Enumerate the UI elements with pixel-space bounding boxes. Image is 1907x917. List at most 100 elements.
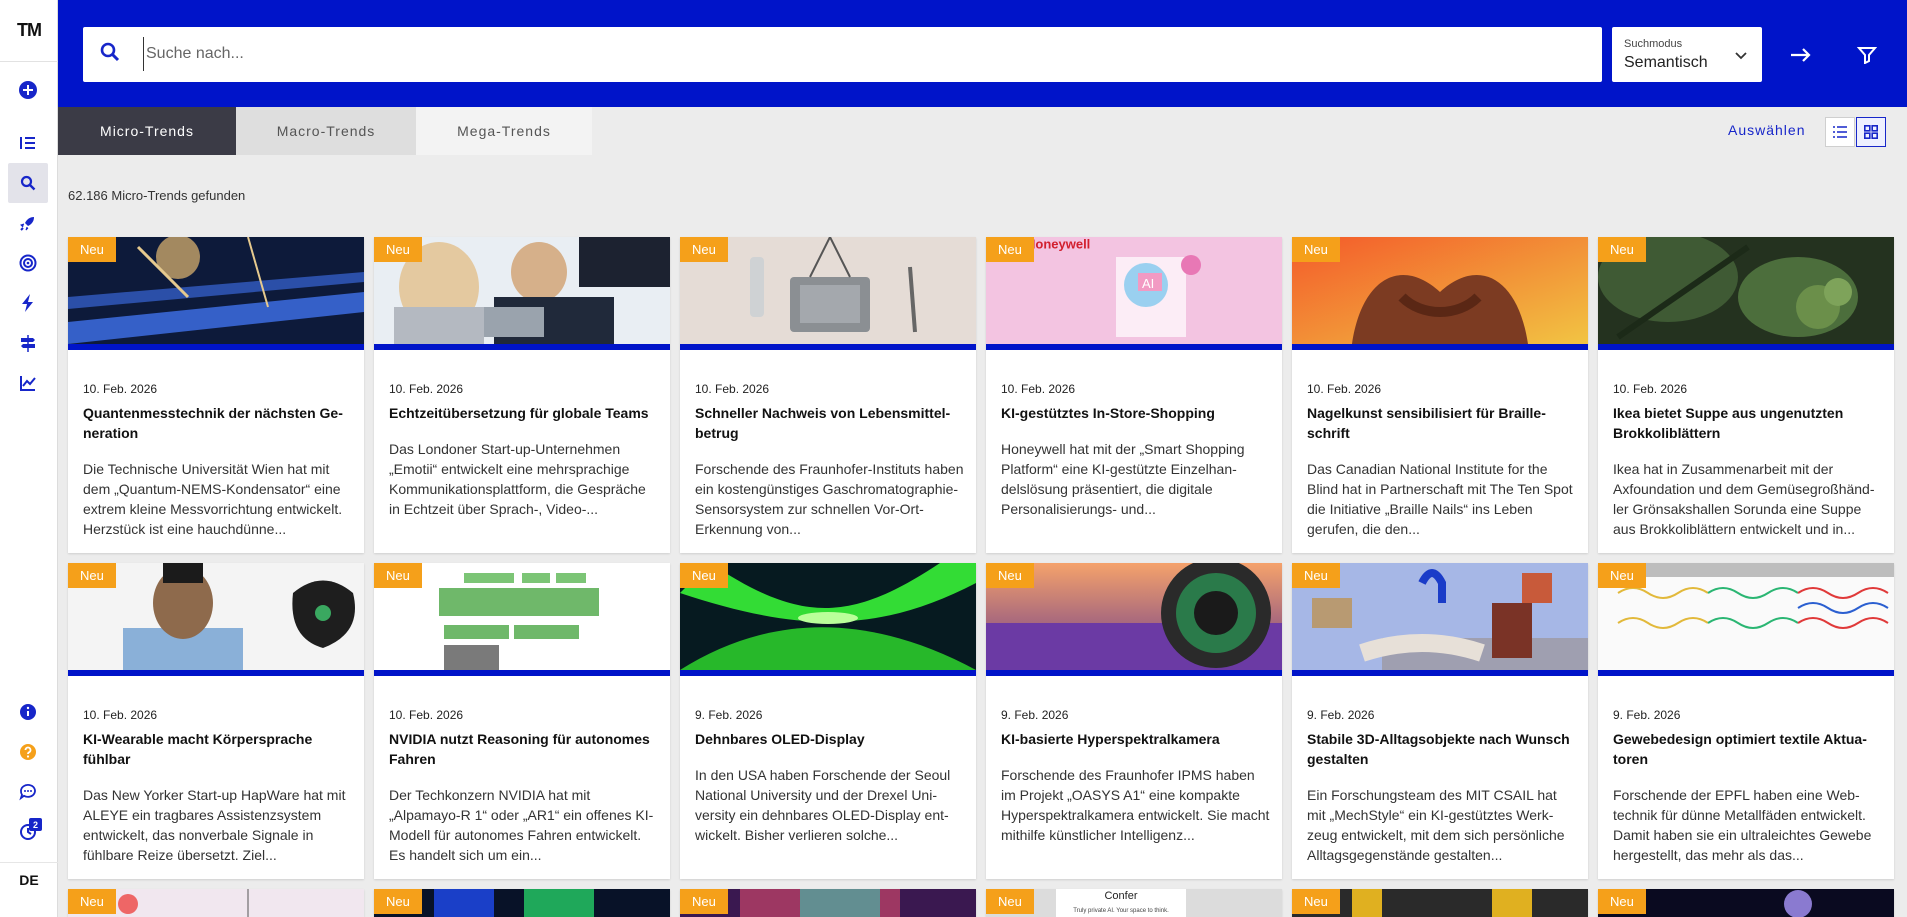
trend-card-description: In den USA haben Forschende der Seoul Na… <box>695 767 951 843</box>
search-box <box>83 27 1602 82</box>
trend-card-title[interactable]: Nagelkunst sensibilisiert für Braille­sc… <box>1307 403 1575 443</box>
new-badge: Neu <box>68 237 116 262</box>
search-mode-label: Suchmodus <box>1624 38 1683 50</box>
filter-icon <box>1857 47 1877 64</box>
card-accent-bar <box>1292 344 1588 350</box>
trend-card-date: 9. Feb. 2026 <box>695 708 763 722</box>
trend-card-title[interactable]: Quantenmesstechnik der nächsten Ge­nerat… <box>83 403 351 443</box>
tab-macro-trends[interactable]: Macro-Trends <box>236 107 416 155</box>
trend-card-title[interactable]: Echtzeitübersetzung für globale Teams <box>389 403 657 423</box>
trend-card[interactable]: Neu 10. Feb. 2026 Echtzeitübersetzung für … <box>374 237 670 553</box>
signpost-icon[interactable] <box>8 323 48 363</box>
trend-card[interactable]: Neu 10. Feb. 2026 Schneller Nachweis von L… <box>680 237 976 553</box>
trend-card-date: 9. Feb. 2026 <box>1613 708 1681 722</box>
search-icon[interactable] <box>99 41 121 68</box>
trend-card-description: Der Techkonzern NVIDIA hat mit „Alpamayo… <box>389 787 654 863</box>
trend-card-title[interactable]: KI-Wearable macht Körpersprache fühlbar <box>83 729 351 769</box>
tab-mega-trends[interactable]: Mega-Trends <box>416 107 592 155</box>
arrow-right-icon <box>1791 48 1811 62</box>
chevron-down-icon <box>1734 48 1748 66</box>
bolt-icon[interactable] <box>8 283 48 323</box>
new-badge: Neu <box>1598 889 1646 914</box>
trend-card[interactable]: Neu 10. Feb. 2026 NVIDIA nutzt Reasoning f… <box>374 563 670 879</box>
trend-card-description: Forschende des Fraunhofer-Instituts ha­b… <box>695 461 964 537</box>
trend-card-description: Honeywell hat mit der „Smart Shopping Pl… <box>1001 441 1245 517</box>
trend-card-title[interactable]: NVIDIA nutzt Reasoning für autonomes Fah… <box>389 729 657 769</box>
trend-card-description: Forschende des Fraunhofer IPMS haben im … <box>1001 767 1270 843</box>
app-logo[interactable]: TM <box>0 0 58 62</box>
result-count: 62.186 Micro-Trends gefunden <box>68 188 246 203</box>
trend-card[interactable]: Neu 10. Feb. 2026 Ikea bietet Suppe aus un… <box>1598 237 1894 553</box>
target-icon[interactable] <box>8 243 48 283</box>
grid-view-button[interactable] <box>1856 117 1886 147</box>
trend-card-description: Ein Forschungsteam des MIT CSAIL hat mit… <box>1307 787 1565 863</box>
trend-card[interactable]: Neu 9. Feb. 2026 Dehnbares OLED-Display In … <box>680 563 976 879</box>
trend-card-description: Ikea hat in Zusammenarbeit mit der Axfou… <box>1613 461 1875 537</box>
card-accent-bar <box>374 344 670 350</box>
trend-card-date: 9. Feb. 2026 <box>1001 708 1069 722</box>
add-icon[interactable] <box>8 70 48 110</box>
card-accent-bar <box>680 670 976 676</box>
trend-card-title[interactable]: Schneller Nachweis von Lebensmittel­betr… <box>695 403 963 443</box>
search-mode-select[interactable]: Suchmodus Semantisch <box>1612 27 1762 82</box>
search-submit-button[interactable] <box>1782 36 1820 74</box>
info-icon[interactable] <box>8 692 48 732</box>
trend-card[interactable]: Neu 10. Feb. 2026 KI-Wearable macht Körper… <box>68 563 364 879</box>
trend-card-title[interactable]: Ikea bietet Suppe aus ungenutzten Brokko… <box>1613 403 1881 443</box>
trend-card-date: 10. Feb. 2026 <box>1307 382 1382 396</box>
trend-card[interactable]: Neu 10. Feb. 2026 Quantenmesstechnik der n… <box>68 237 364 553</box>
trend-card-title[interactable]: KI-gestütztes In-Store-Shopping <box>1001 403 1269 423</box>
card-accent-bar <box>1598 344 1894 350</box>
trend-card-description: Das Canadian National Institute for the … <box>1307 461 1573 537</box>
new-badge: Neu <box>1292 889 1340 914</box>
trend-card[interactable]: Neu <box>1598 889 1894 917</box>
trend-card[interactable]: Neu <box>1292 889 1588 917</box>
tab-micro-trends[interactable]: Micro-Trends <box>58 107 236 155</box>
card-accent-bar <box>68 670 364 676</box>
trend-card-title[interactable]: KI-basierte Hyperspektralkamera <box>1001 729 1269 749</box>
chat-icon[interactable] <box>8 772 48 812</box>
list-icon[interactable] <box>8 123 48 163</box>
search-input[interactable] <box>143 37 1583 71</box>
help-icon[interactable] <box>8 732 48 772</box>
trend-card-date: 10. Feb. 2026 <box>695 382 770 396</box>
trend-card-description: Das New Yorker Start-up HapWare hat mit … <box>83 787 346 863</box>
new-badge: Neu <box>68 889 116 914</box>
select-button[interactable]: Auswählen <box>1728 122 1806 138</box>
trend-card-date: 10. Feb. 2026 <box>389 382 464 396</box>
svg-text:Confer: Confer <box>1104 890 1137 902</box>
trend-card[interactable]: Neu 10. Feb. 2026 Nagelkunst sensibilisier… <box>1292 237 1588 553</box>
history-icon[interactable]: 2 <box>8 812 48 852</box>
trend-card-title[interactable]: Stabile 3D-Alltagsobjekte nach Wunsch ge… <box>1307 729 1575 769</box>
card-accent-bar <box>374 670 670 676</box>
language-switch[interactable]: DE <box>0 862 58 896</box>
trend-card-description: Forschende der EPFL haben eine Web­techn… <box>1613 787 1872 863</box>
card-accent-bar <box>680 344 976 350</box>
new-badge: Neu <box>1598 563 1646 588</box>
search-icon[interactable] <box>8 163 48 203</box>
trend-card[interactable]: Neu <box>374 889 670 917</box>
search-mode-value: Semantisch <box>1624 54 1708 71</box>
chart-icon[interactable] <box>8 363 48 403</box>
trend-card[interactable]: Neu 9. Feb. 2026 Gewebedesign optimiert te… <box>1598 563 1894 879</box>
notification-badge: 2 <box>29 818 42 831</box>
new-badge: Neu <box>680 237 728 262</box>
trend-card[interactable]: Confer Truly private AI. Your space to th… <box>986 889 1282 917</box>
rocket-icon[interactable] <box>8 203 48 243</box>
trend-card-title[interactable]: Dehnbares OLED-Display <box>695 729 963 749</box>
list-view-icon <box>1833 126 1847 138</box>
trend-card-date: 10. Feb. 2026 <box>83 382 158 396</box>
list-view-button[interactable] <box>1825 117 1855 147</box>
new-badge: Neu <box>986 563 1034 588</box>
trend-card[interactable]: Neu <box>680 889 976 917</box>
card-accent-bar <box>986 344 1282 350</box>
new-badge: Neu <box>374 889 422 914</box>
grid-view-icon <box>1864 125 1878 139</box>
trend-card-title[interactable]: Gewebedesign optimiert textile Aktua­tor… <box>1613 729 1881 769</box>
trend-card[interactable]: Neu <box>68 889 364 917</box>
trend-card-date: 9. Feb. 2026 <box>1307 708 1375 722</box>
filter-button[interactable] <box>1848 36 1886 74</box>
trend-card[interactable]: Neu 9. Feb. 2026 Stabile 3D-Alltagsobjekte… <box>1292 563 1588 879</box>
trend-card[interactable]: Honeywell AI Neu 10. Feb. 2026 KI-gestütztes… <box>986 237 1282 553</box>
trend-card[interactable]: Neu 9. Feb. 2026 KI-basierte Hyperspektral… <box>986 563 1282 879</box>
